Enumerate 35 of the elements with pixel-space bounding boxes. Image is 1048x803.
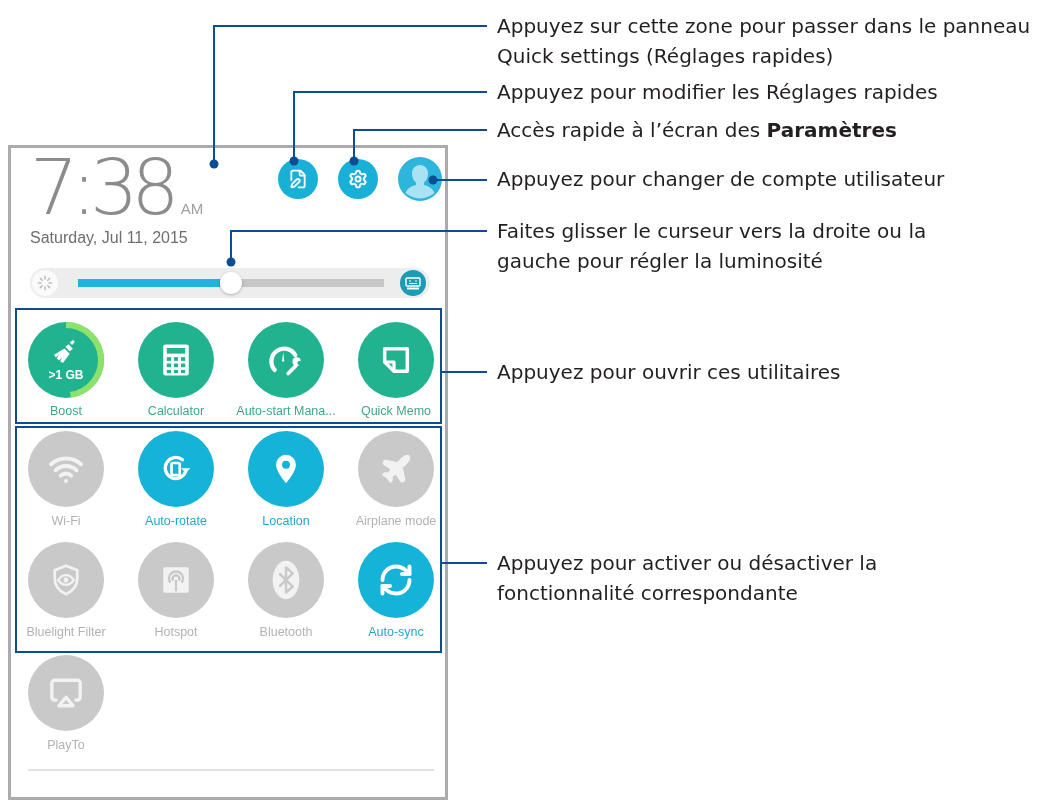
avatar-icon [398,157,442,201]
clock-meridiem: AM [180,199,204,219]
edit-quick-settings-button[interactable] [278,159,318,199]
quick-setting-toggle[interactable]: Bluelight Filter [26,542,106,640]
settings-icon [348,169,368,189]
quick-setting-toggle[interactable]: Airplane mode [355,431,437,529]
callout-text: Accès rapide à l’écran des Paramètres [497,117,897,144]
callout-text: Appuyez pour activer ou désactiver la fonctionnalité correspondante [497,550,878,607]
callout-text: Appuyez sur cette zone pour passer dans le panneau Quick settings (Réglages rapides) [497,13,1031,70]
quick-setting-toggle[interactable]: Hotspot [138,542,214,640]
callout-text: Faites glisser le curseur vers la droite ou la gauche pour régler la luminosité [497,218,927,275]
callout-text: Appuyez pour ouvrir ces utilitaires [497,359,841,386]
edit-icon [288,169,308,189]
auto-brightness-icon [405,276,421,290]
auto-brightness-button[interactable] [400,270,426,296]
quick-setting-toggle[interactable]: Location [248,431,324,529]
callout-text: Appuyez pour changer de compte utilisateur [497,166,945,193]
quick-setting-toggle[interactable]: Auto-rotate [138,431,214,529]
quick-memo-button[interactable]: Quick Memo [358,322,434,419]
auto-start-button[interactable]: Auto-start Mana... [236,322,336,419]
settings-button[interactable] [338,159,378,199]
callout-text: Appuyez pour modifier les Réglages rapides [497,79,938,106]
leader-line [428,175,488,185]
quick-setting-toggle[interactable]: Auto-sync [358,542,434,640]
brightness-low-icon [32,270,58,296]
date-text: Saturday, Jul 11, 2015 [30,228,189,248]
slider-thumb[interactable] [220,272,242,294]
memory-amount-text: >1 GB [48,368,84,382]
boost-button[interactable]: >1 GB Boost [28,322,104,419]
user-account-button[interactable] [398,157,442,201]
quick-setting-toggle[interactable]: Bluetooth [248,542,324,640]
quick-setting-toggle[interactable]: Wi-Fi [28,431,104,529]
clock-time: 7:38 [30,148,173,228]
calculator-button[interactable]: Calculator [138,322,214,419]
quick-setting-toggle[interactable]: PlayTo [28,655,104,753]
